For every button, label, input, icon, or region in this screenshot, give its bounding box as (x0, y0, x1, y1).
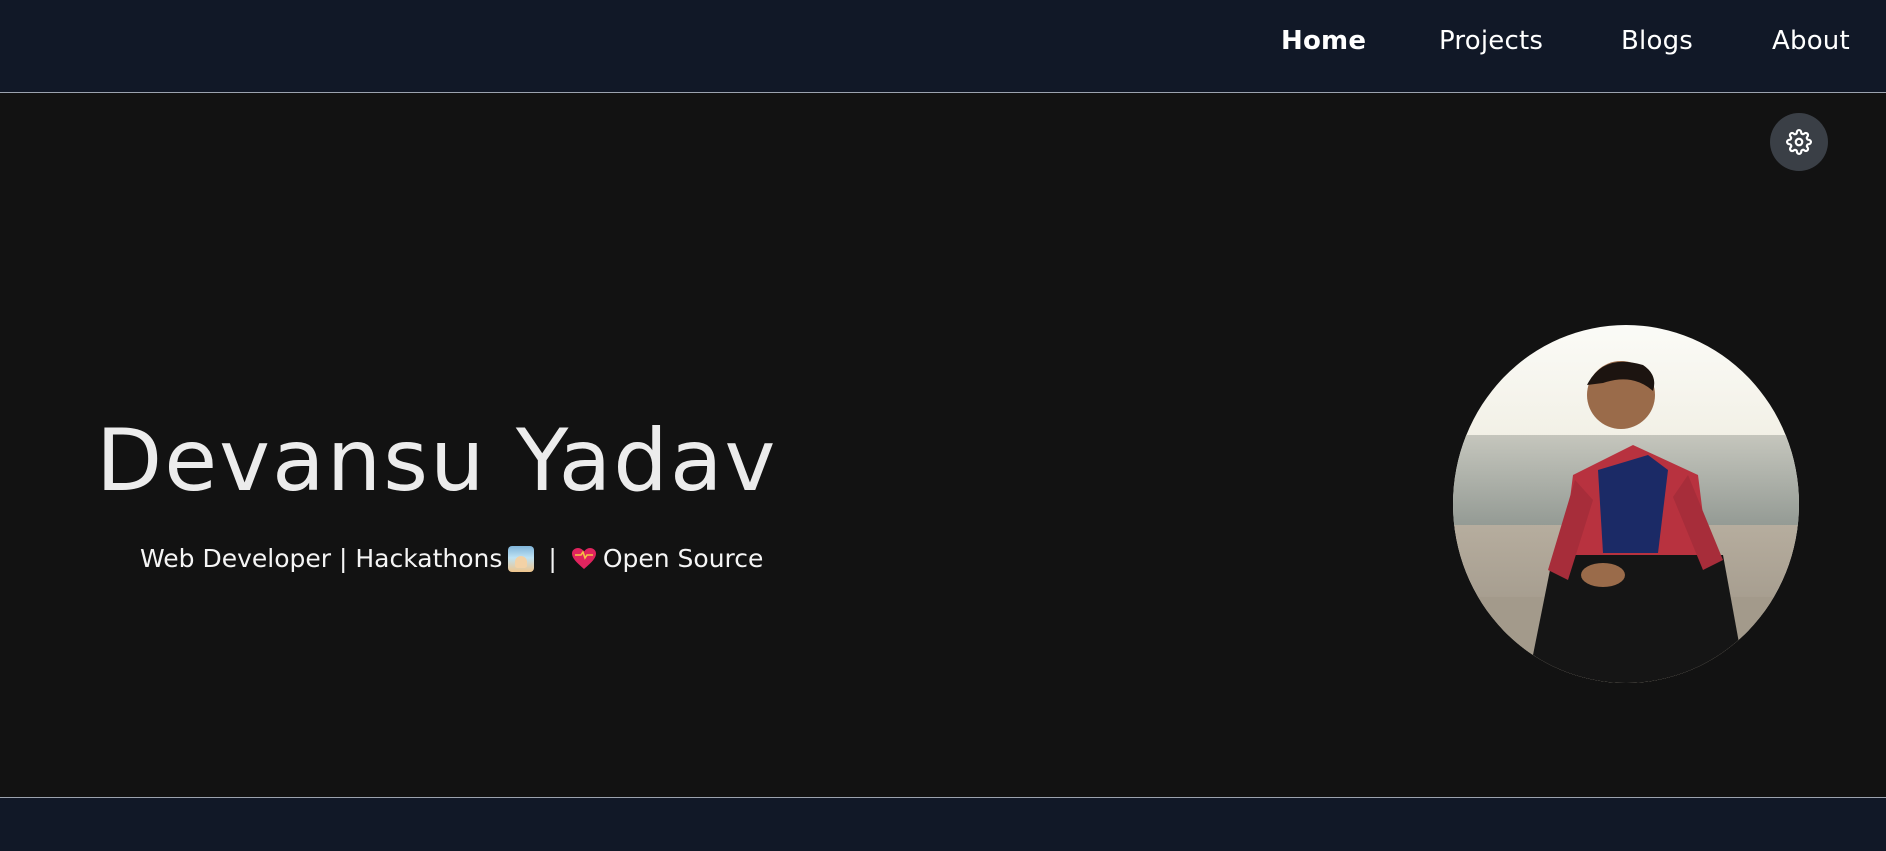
profile-avatar (1453, 325, 1799, 683)
heart-icon (571, 547, 597, 571)
hero-name: Devansu Yadav (96, 411, 778, 511)
settings-button[interactable] (1770, 113, 1828, 171)
top-navbar: Home Projects Blogs About (0, 0, 1886, 93)
tagline-text-1: Web Developer | Hackathons (140, 544, 503, 573)
tagline-separator: | (548, 544, 557, 573)
footer-bar (0, 797, 1886, 851)
gear-icon (1786, 129, 1812, 155)
technologist-icon (508, 545, 535, 572)
profile-photo (1453, 325, 1799, 683)
nav-about-link[interactable]: About (1772, 26, 1850, 56)
hero-tagline: Web Developer | Hackathons | Open Source (140, 544, 763, 573)
nav-home-link[interactable]: Home (1281, 26, 1366, 56)
tagline-text-2: Open Source (602, 544, 764, 573)
nav-blogs-link[interactable]: Blogs (1621, 26, 1693, 56)
nav-projects-link[interactable]: Projects (1439, 26, 1543, 56)
